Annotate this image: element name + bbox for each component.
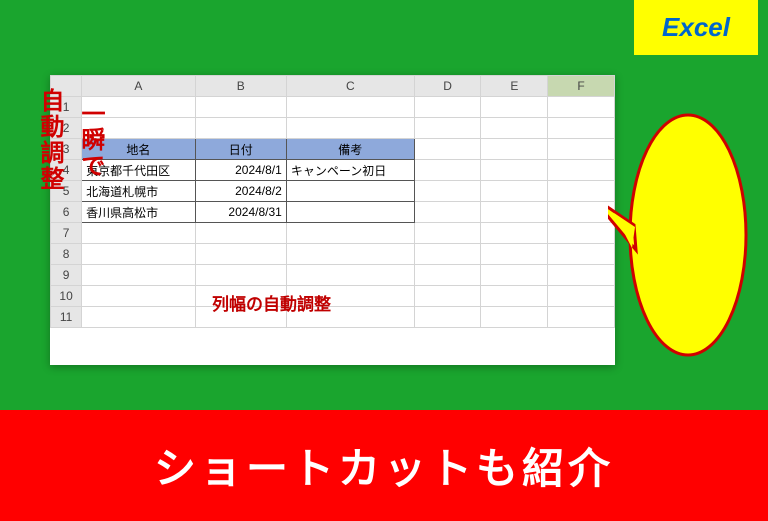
cell-E7[interactable] [481, 223, 548, 244]
bubble-line2: 自動調整 [32, 88, 67, 192]
cell-E5[interactable] [481, 181, 548, 202]
col-header-B[interactable]: B [195, 76, 286, 97]
cell-F7[interactable] [548, 223, 615, 244]
cell-B6[interactable]: 2024/8/31 [195, 202, 286, 223]
cell-B9[interactable] [195, 265, 286, 286]
cell-F2[interactable] [548, 118, 615, 139]
excel-badge-label: Excel [662, 12, 730, 42]
cell-F6[interactable] [548, 202, 615, 223]
cell-C6[interactable] [286, 202, 414, 223]
cell-D1[interactable] [414, 97, 481, 118]
cell-D10[interactable] [414, 286, 481, 307]
cell-F3[interactable] [548, 139, 615, 160]
cell-E10[interactable] [481, 286, 548, 307]
cell-C5[interactable] [286, 181, 414, 202]
cell-F5[interactable] [548, 181, 615, 202]
row-10: 10 [51, 286, 615, 307]
row-header-10[interactable]: 10 [51, 286, 82, 307]
col-header-E[interactable]: E [481, 76, 548, 97]
cell-B2[interactable] [195, 118, 286, 139]
cell-D5[interactable] [414, 181, 481, 202]
cell-B3[interactable]: 日付 [195, 139, 286, 160]
cell-E2[interactable] [481, 118, 548, 139]
excel-badge: Excel [634, 0, 758, 55]
row-8: 8 [51, 244, 615, 265]
cell-B5[interactable]: 2024/8/2 [195, 181, 286, 202]
cell-A8[interactable] [82, 244, 195, 265]
row-header-9[interactable]: 9 [51, 265, 82, 286]
cell-F9[interactable] [548, 265, 615, 286]
cell-F1[interactable] [548, 97, 615, 118]
annotation-text: 列幅の自動調整 [212, 290, 331, 315]
cell-A10[interactable] [82, 286, 195, 307]
cell-A9[interactable] [82, 265, 195, 286]
cell-F4[interactable] [548, 160, 615, 181]
cell-C2[interactable] [286, 118, 414, 139]
cell-E1[interactable] [481, 97, 548, 118]
cell-F8[interactable] [548, 244, 615, 265]
cell-D2[interactable] [414, 118, 481, 139]
row-11: 11 [51, 307, 615, 328]
cell-F10[interactable] [548, 286, 615, 307]
cell-A11[interactable] [82, 307, 195, 328]
cell-D7[interactable] [414, 223, 481, 244]
col-header-D[interactable]: D [414, 76, 481, 97]
cell-E6[interactable] [481, 202, 548, 223]
row-header-11[interactable]: 11 [51, 307, 82, 328]
cell-E11[interactable] [481, 307, 548, 328]
cell-B8[interactable] [195, 244, 286, 265]
banner-text: ショートカットも紹介 [154, 435, 614, 496]
cell-D9[interactable] [414, 265, 481, 286]
cell-D8[interactable] [414, 244, 481, 265]
cell-D6[interactable] [414, 202, 481, 223]
cell-E8[interactable] [481, 244, 548, 265]
cell-D3[interactable] [414, 139, 481, 160]
cell-D11[interactable] [414, 307, 481, 328]
bottom-banner: ショートカットも紹介 [0, 410, 768, 521]
cell-E9[interactable] [481, 265, 548, 286]
cell-C9[interactable] [286, 265, 414, 286]
cell-B1[interactable] [195, 97, 286, 118]
cell-C1[interactable] [286, 97, 414, 118]
col-header-C[interactable]: C [286, 76, 414, 97]
cell-C4[interactable]: キャンペーン初日 [286, 160, 414, 181]
cell-B7[interactable] [195, 223, 286, 244]
cell-E3[interactable] [481, 139, 548, 160]
cell-C8[interactable] [286, 244, 414, 265]
speech-bubble [608, 105, 748, 365]
cell-D4[interactable] [414, 160, 481, 181]
speech-bubble-text: 自動調整 一瞬で [0, 40, 140, 240]
cell-C3[interactable]: 備考 [286, 139, 414, 160]
col-header-F[interactable]: F [548, 76, 615, 97]
cell-B4[interactable]: 2024/8/1 [195, 160, 286, 181]
cell-C7[interactable] [286, 223, 414, 244]
row-header-8[interactable]: 8 [51, 244, 82, 265]
row-9: 9 [51, 265, 615, 286]
cell-F11[interactable] [548, 307, 615, 328]
bubble-line1: 一瞬で [73, 101, 108, 179]
cell-E4[interactable] [481, 160, 548, 181]
